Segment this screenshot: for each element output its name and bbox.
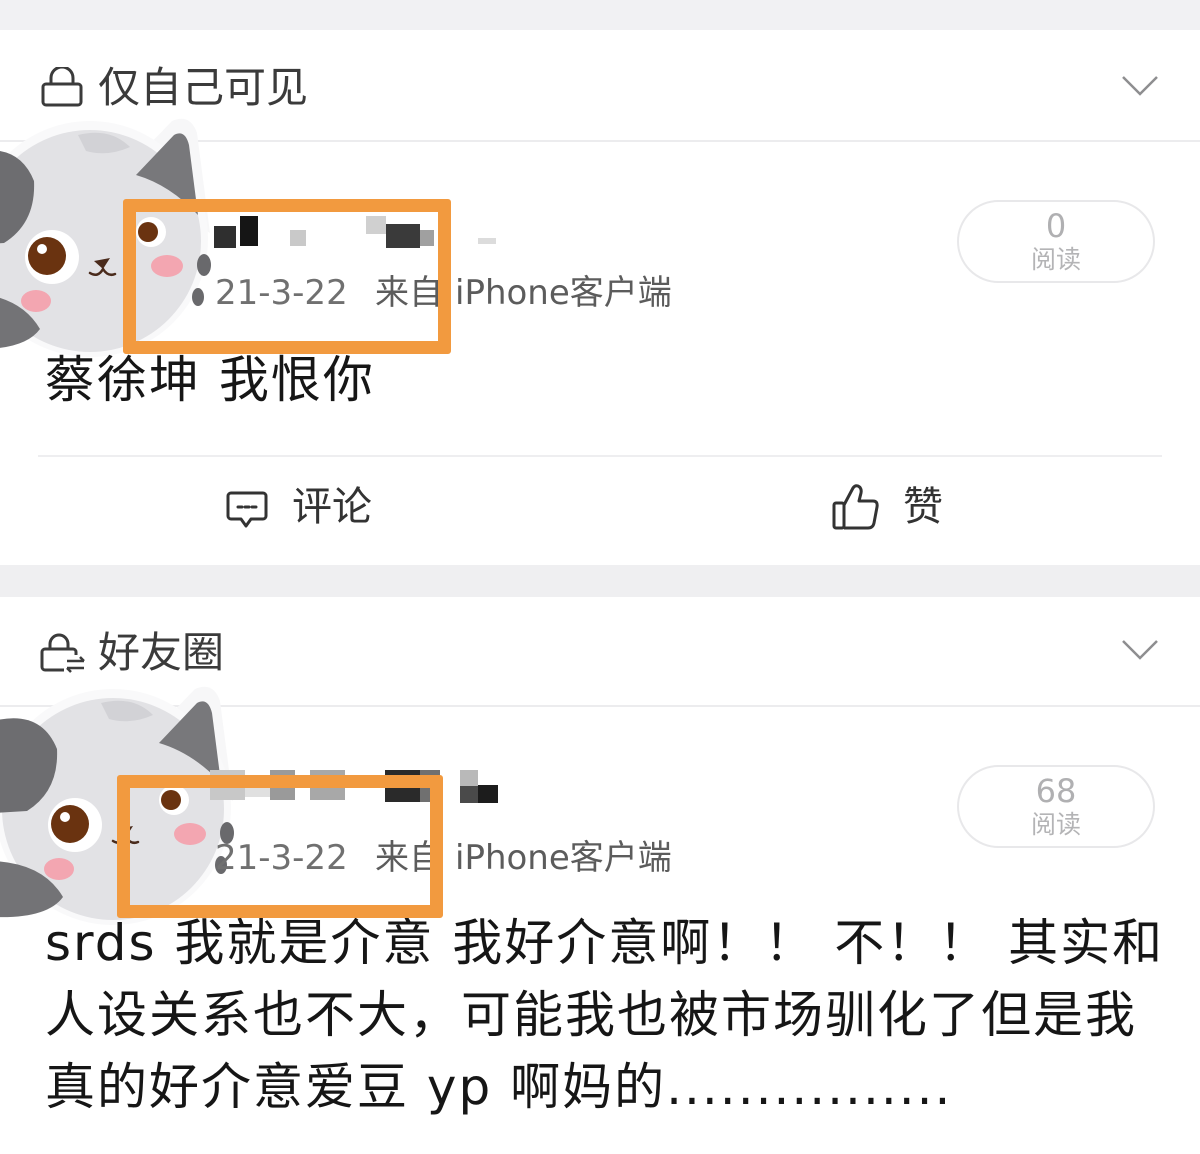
post-text-line: 真的好介意爱豆 yp 啊妈的................ <box>45 1058 953 1116</box>
lock-icon <box>40 65 84 111</box>
comment-button[interactable]: 评论 <box>226 478 386 538</box>
thumbs-up-icon <box>832 484 880 534</box>
post-text-line: 人设关系也不大，可能我也被市场驯化了但是我 <box>45 986 1137 1044</box>
top-gap <box>0 0 1200 30</box>
chevron-down-icon[interactable] <box>1120 638 1160 662</box>
read-count-badge: 0 阅读 <box>957 200 1155 283</box>
visibility-label: 仅自己可见 <box>98 63 309 112</box>
read-count-badge: 68 阅读 <box>957 765 1155 848</box>
post-source-name: iPhone客户端 <box>455 838 672 878</box>
post-source-name: iPhone客户端 <box>455 273 672 313</box>
post-card: 好友圈 21-3-22 来自 iPhone客户端 68 阅读 srds 我就是介… <box>0 597 1200 1154</box>
action-divider <box>38 455 1162 457</box>
like-button[interactable]: 赞 <box>832 478 952 538</box>
read-label: 阅读 <box>1030 245 1081 274</box>
friends-circle-icon <box>40 633 86 677</box>
highlight-box <box>117 775 443 918</box>
read-count: 0 <box>1045 207 1067 245</box>
chevron-down-icon[interactable] <box>1120 74 1160 98</box>
highlight-box <box>123 199 451 354</box>
like-label: 赞 <box>903 484 943 530</box>
post-card: 仅自己可见 21-3-22 来自 iPhone客户端 0 阅读 蔡徐坤 我恨你 … <box>0 30 1200 565</box>
read-count: 68 <box>1035 772 1077 810</box>
post-text-line: srds 我就是介意 我好介意啊！！ 不！！ 其实和 <box>45 914 1165 972</box>
post-text-line: 蔡徐坤 我恨你 <box>45 351 375 409</box>
visibility-label: 好友圈 <box>98 628 225 677</box>
read-label: 阅读 <box>1030 810 1081 839</box>
comment-label: 评论 <box>292 484 372 530</box>
comment-icon <box>226 490 268 534</box>
